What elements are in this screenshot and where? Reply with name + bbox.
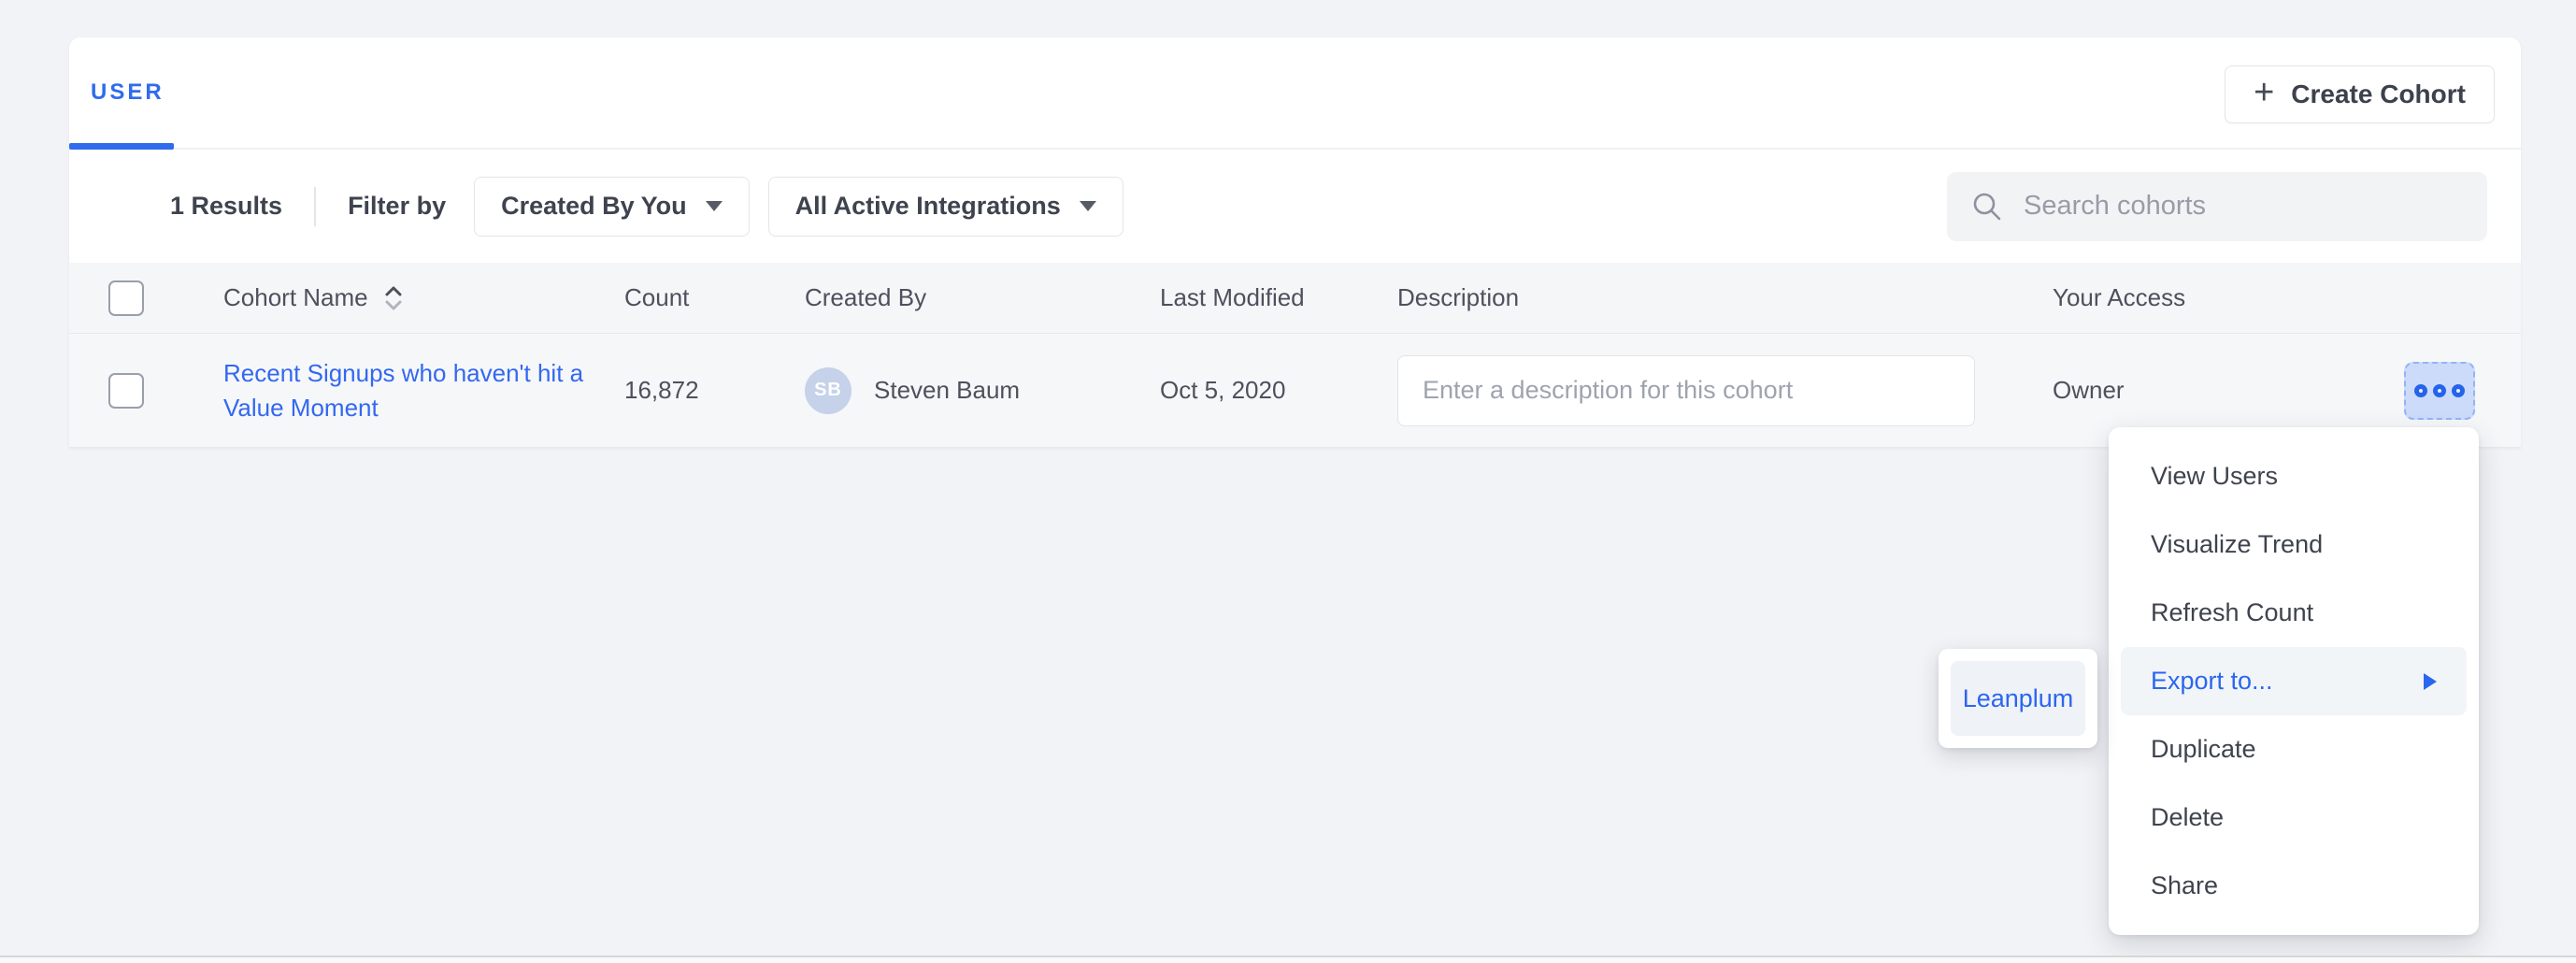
column-header-created-by: Created By <box>805 283 1160 312</box>
last-modified-date: Oct 5, 2020 <box>1160 376 1397 405</box>
more-icon <box>2414 384 2427 397</box>
more-icon <box>2433 384 2446 397</box>
sort-icon <box>383 283 404 313</box>
created-by-dropdown[interactable]: Created By You <box>474 177 750 237</box>
column-header-cohort-name[interactable]: Cohort Name <box>223 283 624 313</box>
plus-icon: + <box>2254 75 2274 110</box>
cohort-name-header-label: Cohort Name <box>223 283 368 312</box>
menu-item-share[interactable]: Share <box>2121 852 2467 920</box>
access-level: Owner <box>2053 376 2397 405</box>
tab-user[interactable]: USER <box>91 37 165 148</box>
integrations-dropdown-label: All Active Integrations <box>795 192 1061 221</box>
column-header-count: Count <box>624 283 805 312</box>
menu-item-delete[interactable]: Delete <box>2121 783 2467 852</box>
menu-item-visualize-trend[interactable]: Visualize Trend <box>2121 510 2467 579</box>
menu-item-duplicate[interactable]: Duplicate <box>2121 715 2467 783</box>
search-icon <box>1971 191 2003 223</box>
integrations-dropdown[interactable]: All Active Integrations <box>768 177 1123 237</box>
created-by-name: Steven Baum <box>874 376 1020 405</box>
menu-item-export-to[interactable]: Export to... <box>2121 647 2467 715</box>
filter-by-label: Filter by <box>348 192 446 221</box>
chevron-down-icon <box>706 201 723 211</box>
tab-bar: USER + Create Cohort <box>69 37 2521 150</box>
column-header-last-modified: Last Modified <box>1160 283 1397 312</box>
results-count: 1 Results <box>170 192 282 221</box>
submenu-item-leanplum[interactable]: Leanplum <box>1951 661 2085 736</box>
export-submenu: Leanplum <box>1939 649 2097 748</box>
submenu-arrow-icon <box>2424 673 2437 690</box>
avatar: SB <box>805 367 852 414</box>
column-header-your-access: Your Access <box>2053 283 2397 312</box>
cohort-name-link[interactable]: Recent Signups who haven't hit a Value M… <box>223 359 583 421</box>
table-header: Cohort Name Count Created By Last Modifi… <box>69 263 2521 334</box>
window-bottom-edge <box>0 956 2576 963</box>
chevron-down-icon <box>1080 201 1096 211</box>
column-header-description: Description <box>1397 283 2053 312</box>
more-icon <box>2452 384 2465 397</box>
search-cohorts-box[interactable] <box>1947 172 2487 241</box>
row-checkbox[interactable] <box>108 373 144 409</box>
row-actions-menu: View Users Visualize Trend Refresh Count… <box>2109 427 2479 935</box>
export-to-label: Export to... <box>2151 667 2273 696</box>
divider <box>314 187 316 226</box>
created-by-dropdown-label: Created By You <box>501 192 687 221</box>
menu-item-view-users[interactable]: View Users <box>2121 442 2467 510</box>
create-cohort-label: Create Cohort <box>2291 79 2466 109</box>
search-input[interactable] <box>2022 190 2463 223</box>
tab-user-label: USER <box>91 79 165 106</box>
more-actions-button[interactable] <box>2404 362 2475 420</box>
active-tab-underline <box>69 143 174 150</box>
menu-item-refresh-count[interactable]: Refresh Count <box>2121 579 2467 647</box>
select-all-checkbox[interactable] <box>108 280 144 316</box>
cohorts-card: USER + Create Cohort 1 Results Filter by… <box>69 37 2521 448</box>
cohort-count: 16,872 <box>624 376 805 405</box>
description-input[interactable] <box>1397 355 1975 426</box>
create-cohort-button[interactable]: + Create Cohort <box>2225 65 2495 123</box>
filter-bar: 1 Results Filter by Created By You All A… <box>69 150 2521 263</box>
